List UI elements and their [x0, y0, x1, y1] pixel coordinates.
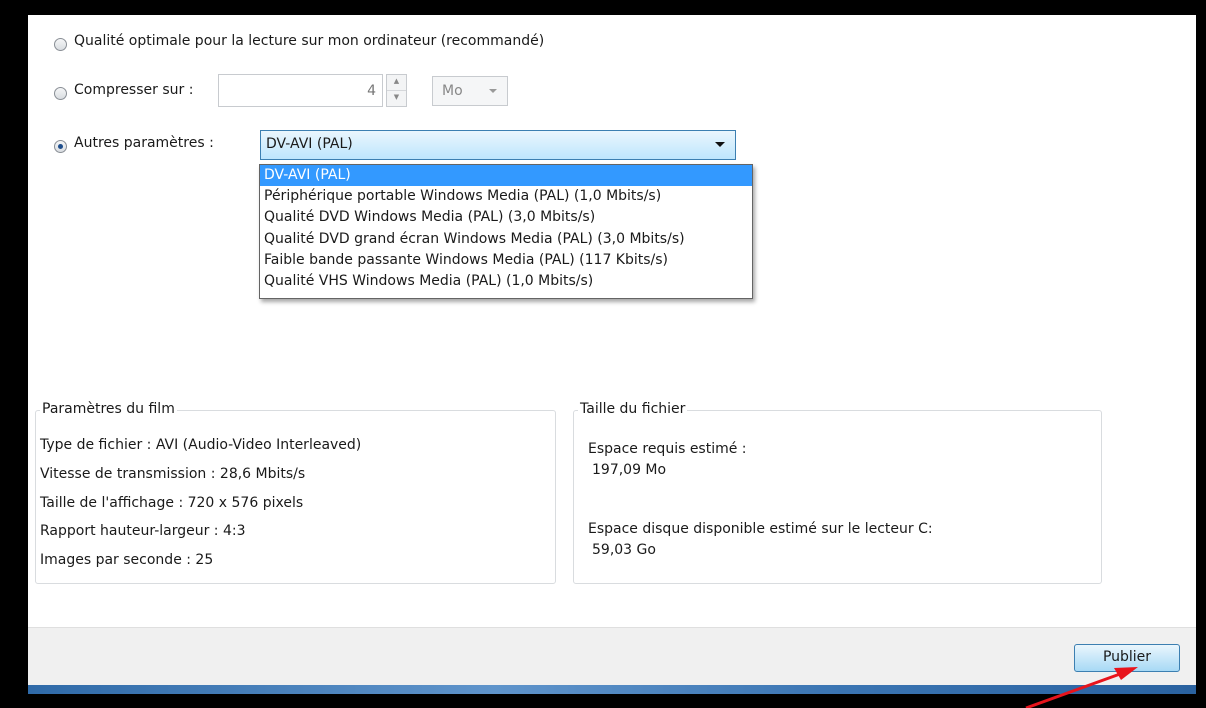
annotation-arrow-icon — [1025, 667, 1138, 708]
